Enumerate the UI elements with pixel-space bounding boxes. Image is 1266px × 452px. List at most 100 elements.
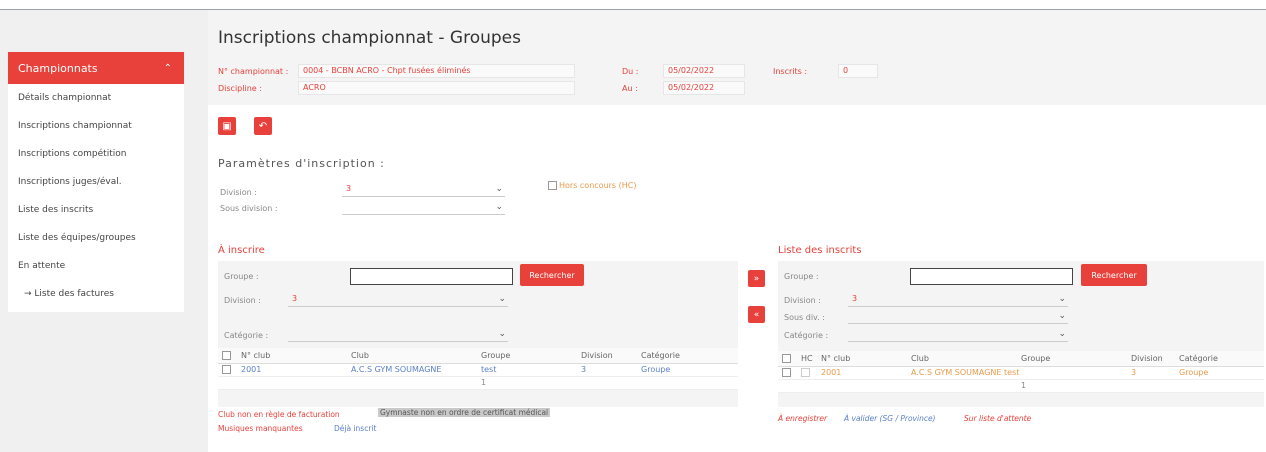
right-division-value: 3 [852,294,858,303]
chevron-right-icon: » [753,273,760,284]
discipline-label: Discipline : [218,84,262,93]
add-to-list-button[interactable]: » [748,270,765,287]
division-select-value: 3 [346,184,352,193]
legend-liste-attente: Sur liste d'attente [964,414,1032,423]
sidebar: Championnats ⌃ Détails championnat Inscr… [8,52,184,312]
sidebar-header-label: Championnats [18,61,98,75]
column-header[interactable]: Club [907,351,1017,367]
column-header[interactable]: Club [347,348,477,364]
top-bar [0,0,1266,10]
division-label: Division : [220,188,257,197]
cell-categorie: Groupe [637,363,738,377]
chevron-down-icon: ⌄ [495,202,503,212]
column-header[interactable]: Groupe [477,348,577,364]
left-division-label: Division : [224,296,261,305]
legend-a-valider: À valider (SG / Province) [844,414,936,423]
legend-certificat: Gymnaste non en ordre de certificat médi… [378,408,551,417]
legend-deja-inscrit: Déjà inscrit [334,424,377,433]
sidebar-item-inscriptions-competition[interactable]: Inscriptions compétition [8,140,184,168]
cell-club-number: 2001 [817,366,907,380]
left-division-value: 3 [292,294,298,303]
main-content: Inscriptions championnat - Groupes N° ch… [208,10,1266,452]
back-icon: ↶ [258,120,268,132]
column-header[interactable]: Division [1127,351,1175,367]
table-footer-count: 1 [477,376,738,390]
au-label: Au : [622,84,638,93]
hors-concours-checkbox[interactable] [548,181,557,190]
sidebar-item-details[interactable]: Détails championnat [8,84,184,112]
right-panel-title: Liste des inscrits [778,245,862,256]
table-footer-count: 1 [1017,379,1264,393]
sidebar-item-liste-inscrits[interactable]: Liste des inscrits [8,196,184,224]
left-search-button[interactable]: Rechercher [520,264,584,286]
cell-division: 3 [577,363,637,377]
sousdiv-select[interactable]: ⌄ [342,200,505,215]
column-header[interactable]: N° club [237,348,347,364]
right-categorie-select[interactable]: ⌄ [848,327,1068,342]
left-panel-title: À inscrire [218,245,265,256]
chevron-down-icon: ⌄ [498,294,506,304]
right-sousdiv-select[interactable]: ⌄ [848,309,1068,324]
inscrits-label: Inscrits : [773,67,808,76]
row-checkbox[interactable] [782,368,791,377]
right-table: HC N° club Club Groupe Division Catégori… [778,351,1264,393]
cell-categorie: Groupe [1175,366,1264,380]
chevron-up-icon: ⌃ [163,62,172,74]
column-header[interactable]: HC [797,351,817,367]
sidebar-item-factures[interactable]: → Liste des factures [8,280,184,308]
back-button[interactable]: ↶ [254,117,272,135]
legend-a-enregistrer: À enregistrer [778,414,828,423]
chevron-down-icon: ⌄ [1058,294,1066,304]
chevron-down-icon: ⌄ [498,329,506,339]
page-header: Inscriptions championnat - Groupes N° ch… [208,10,1266,105]
column-header[interactable]: Catégorie [1175,351,1264,367]
params-title: Paramètres d'inscription : [218,157,385,170]
column-header[interactable]: Catégorie [637,348,738,364]
sidebar-item-inscriptions-juges[interactable]: Inscriptions juges/éval. [8,168,184,196]
left-division-select[interactable]: 3 ⌄ [288,292,508,307]
sidebar-header[interactable]: Championnats ⌃ [8,52,184,84]
cell-club-number: 2001 [237,363,347,377]
division-select[interactable]: 3 ⌄ [342,182,505,197]
sousdiv-label: Sous division : [220,204,278,213]
left-groupe-input[interactable] [350,268,513,285]
left-groupe-label: Groupe : [224,272,259,281]
page-title: Inscriptions championnat - Groupes [218,28,521,48]
sidebar-item-en-attente[interactable]: En attente [8,252,184,280]
au-value: 05/02/2022 [663,81,745,95]
row-checkbox[interactable] [222,365,231,374]
column-header[interactable]: Groupe [1017,351,1127,367]
right-select-all-checkbox[interactable] [782,353,791,363]
cell-club: A.C.S GYM SOUMAGNE [347,363,477,377]
left-categorie-label: Catégorie : [224,331,269,340]
left-table: N° club Club Groupe Division Catégorie 2… [218,348,738,390]
table-row[interactable]: 2001 A.C.S GYM SOUMAGNE test 3 Groupe [778,366,1264,380]
sidebar-item-liste-equipes[interactable]: Liste des équipes/groupes [8,224,184,252]
right-division-select[interactable]: 3 ⌄ [848,292,1068,307]
left-select-all-checkbox[interactable] [222,350,231,360]
row-hc-checkbox[interactable] [801,368,810,377]
champ-label: N° championnat : [218,67,289,76]
right-groupe-input[interactable] [910,268,1073,285]
column-header[interactable]: N° club [817,351,907,367]
column-header[interactable]: Division [577,348,637,364]
right-search-button[interactable]: Rechercher [1081,264,1147,286]
hors-concours-option[interactable]: Hors concours (HC) [548,181,636,190]
cell-groupe: test [477,363,577,377]
left-categorie-select[interactable]: ⌄ [288,327,508,342]
champ-value: 0004 - BCBN ACRO - Chpt fusées éliminés [298,64,575,78]
table-row[interactable]: 2001 A.C.S GYM SOUMAGNE test 3 Groupe [218,363,738,377]
right-categorie-label: Catégorie : [784,331,829,340]
chevron-left-icon: « [753,309,760,320]
remove-from-list-button[interactable]: « [748,306,765,323]
save-button[interactable]: ▣ [218,117,236,135]
inscrits-value: 0 [838,64,878,78]
cell-division: 3 [1127,366,1175,380]
right-division-label: Division : [784,296,821,305]
hors-concours-label: Hors concours (HC) [559,181,637,190]
chevron-down-icon: ⌄ [1058,329,1066,339]
save-icon: ▣ [222,120,232,132]
right-sousdiv-label: Sous div. : [784,313,825,322]
sidebar-item-inscriptions-championnat[interactable]: Inscriptions championnat [8,112,184,140]
discipline-value: ACRO [298,81,575,95]
